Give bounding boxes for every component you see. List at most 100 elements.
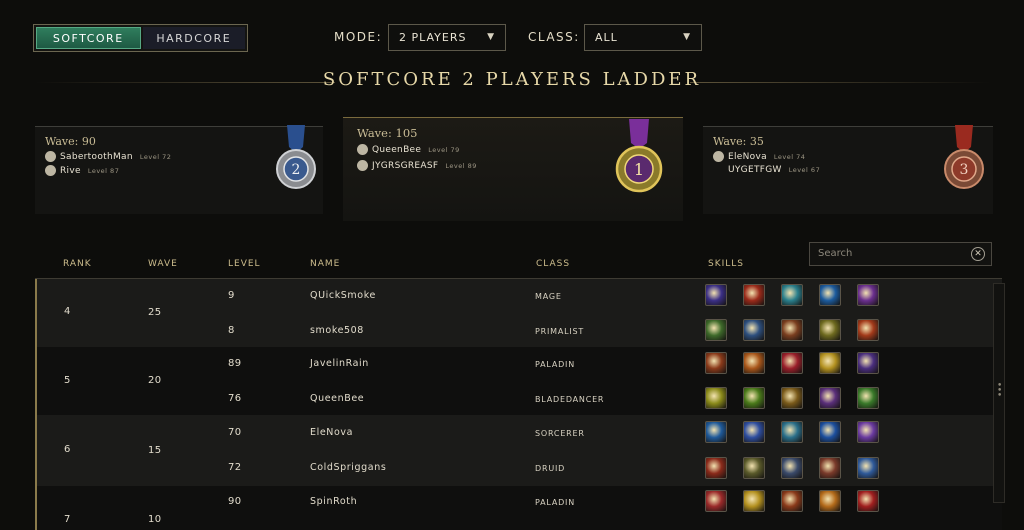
skill-icon[interactable] [781, 387, 803, 409]
name-cell[interactable]: ColdSpriggans [310, 462, 386, 473]
level-cell: 9 [228, 290, 235, 301]
wave-cell: 20 [148, 375, 162, 386]
level-cell: 70 [228, 427, 242, 438]
mode-select-value: 2 PLAYERS [399, 31, 467, 44]
class-select[interactable]: ALL ▼ [584, 24, 702, 51]
close-icon[interactable]: ✕ [971, 247, 985, 261]
skill-icon[interactable] [705, 387, 727, 409]
row-accent [35, 415, 37, 486]
mode-label: MODE: [334, 30, 383, 44]
skill-icon[interactable] [743, 387, 765, 409]
mode-toggle: SOFTCORE HARDCORE [33, 24, 248, 52]
header-class[interactable]: CLASS [536, 259, 570, 269]
skill-icon[interactable] [857, 387, 879, 409]
player-name: JYGRSGREASF [372, 160, 439, 171]
header-wave[interactable]: WAVE [148, 259, 178, 269]
skill-icon[interactable] [819, 352, 841, 374]
header-name[interactable]: NAME [310, 259, 340, 269]
search-placeholder: Search [818, 248, 853, 259]
class-icon [713, 151, 724, 162]
skill-icon[interactable] [705, 490, 727, 512]
podium-player: JYGRSGREASF Level 89 [357, 160, 477, 171]
skill-icon[interactable] [857, 352, 879, 374]
hardcore-tab[interactable]: HARDCORE [142, 27, 245, 49]
class-label: CLASS: [528, 30, 580, 44]
skill-icon[interactable] [743, 490, 765, 512]
header-level[interactable]: LEVEL [228, 259, 261, 269]
skill-icon[interactable] [781, 352, 803, 374]
wave-cell: 10 [148, 514, 162, 525]
bronze-medal-icon: 3 [944, 125, 984, 189]
class-cell: MAGE [535, 292, 562, 301]
name-cell[interactable]: SpinRoth [310, 496, 357, 507]
class-icon [45, 151, 56, 162]
player-level: Level 72 [139, 152, 172, 161]
rank-cell: 4 [64, 306, 71, 317]
skill-icon[interactable] [781, 421, 803, 443]
player-name: SabertoothMan [60, 151, 133, 162]
skill-icon[interactable] [781, 490, 803, 512]
skill-icon[interactable] [743, 319, 765, 341]
row-accent [35, 279, 37, 347]
scroll-handle-icon[interactable]: • • • [997, 382, 1002, 401]
class-icon [357, 160, 368, 171]
softcore-tab[interactable]: SOFTCORE [36, 27, 141, 49]
skill-icon[interactable] [819, 319, 841, 341]
skill-icon[interactable] [857, 319, 879, 341]
rank-cell: 6 [64, 444, 71, 455]
name-cell[interactable]: JavelinRain [310, 358, 369, 369]
name-cell[interactable]: EleNova [310, 427, 353, 438]
skill-icon[interactable] [743, 284, 765, 306]
class-cell: BLADEDANCER [535, 395, 605, 404]
skill-icon[interactable] [705, 457, 727, 479]
skill-icon[interactable] [819, 387, 841, 409]
skill-icon[interactable] [705, 319, 727, 341]
skill-icon[interactable] [705, 352, 727, 374]
level-cell: 72 [228, 462, 242, 473]
player-level: Level 79 [428, 145, 460, 154]
skill-icon[interactable] [743, 352, 765, 374]
skill-icon[interactable] [819, 284, 841, 306]
search-input[interactable]: Search ✕ [809, 242, 992, 266]
mode-select[interactable]: 2 PLAYERS ▼ [388, 24, 506, 51]
rank-cell: 5 [64, 375, 71, 386]
class-cell: SORCERER [535, 429, 585, 438]
level-cell: 76 [228, 393, 242, 404]
table-row-group[interactable]: 4 25 9 QUickSmoke MAGE 8 smoke508 PRIMAL… [35, 279, 1002, 347]
skill-icon[interactable] [781, 284, 803, 306]
name-cell[interactable]: QueenBee [310, 393, 364, 404]
player-name: EleNova [728, 151, 767, 162]
skill-icon[interactable] [819, 490, 841, 512]
table-row-group[interactable]: 6 15 70 EleNova SORCERER 72 ColdSpriggan… [35, 415, 1002, 486]
wave-cell: 15 [148, 445, 162, 456]
skill-icon[interactable] [819, 457, 841, 479]
name-cell[interactable]: smoke508 [310, 325, 364, 336]
gold-medal-icon: 1 [615, 119, 663, 193]
player-name: Rive [60, 165, 81, 176]
player-level: Level 87 [87, 166, 120, 175]
skill-icon[interactable] [705, 284, 727, 306]
podium-player: UYGETFGW Level 67 [728, 165, 820, 175]
skill-icon[interactable] [781, 319, 803, 341]
level-cell: 89 [228, 358, 242, 369]
skill-icon[interactable] [819, 421, 841, 443]
podium-player: SabertoothMan Level 72 [45, 151, 171, 162]
medal-rank-3: 3 [960, 162, 969, 178]
skill-icon[interactable] [705, 421, 727, 443]
chevron-down-icon: ▼ [683, 32, 691, 42]
skill-icon[interactable] [743, 457, 765, 479]
header-skills: SKILLS [708, 259, 745, 269]
skill-icon[interactable] [857, 421, 879, 443]
skill-icon[interactable] [857, 490, 879, 512]
table-row-group[interactable]: 7 10 90 SpinRoth PALADIN [35, 486, 1002, 530]
table-row-group[interactable]: 5 20 89 JavelinRain PALADIN 76 QueenBee … [35, 347, 1002, 415]
skill-icon[interactable] [743, 421, 765, 443]
wave-cell: 25 [148, 307, 162, 318]
skill-icon[interactable] [781, 457, 803, 479]
skill-icon[interactable] [857, 284, 879, 306]
row-accent [35, 347, 37, 415]
player-name: QueenBee [372, 144, 422, 155]
skill-icon[interactable] [857, 457, 879, 479]
header-rank[interactable]: RANK [63, 259, 92, 269]
name-cell[interactable]: QUickSmoke [310, 290, 376, 301]
